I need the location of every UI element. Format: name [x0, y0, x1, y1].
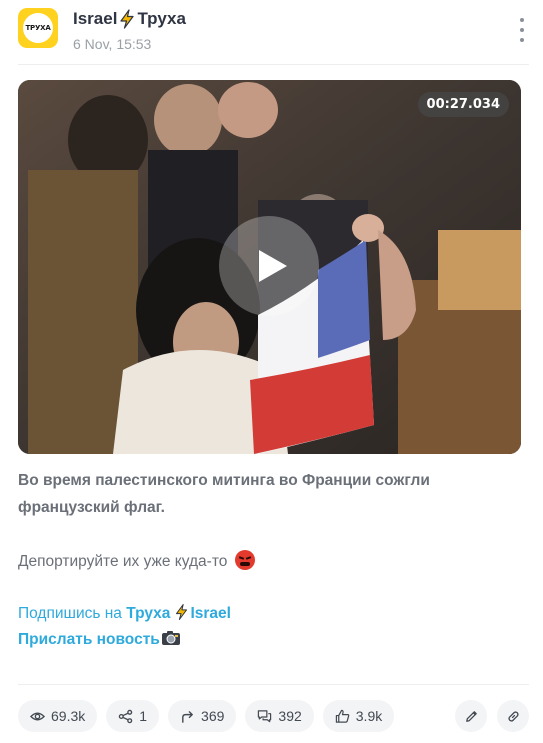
likes-counter[interactable]: 3.9k: [322, 700, 395, 732]
shares-count: 1: [139, 708, 148, 724]
more-options-icon[interactable]: [517, 18, 527, 42]
video-player[interactable]: 00:27.034: [18, 80, 521, 454]
views-counter[interactable]: 69.3k: [18, 700, 98, 732]
channel-avatar[interactable]: ТРУХА: [18, 8, 58, 48]
share-nodes-icon: [119, 709, 133, 723]
pencil-icon: [465, 710, 477, 722]
views-count: 69.3k: [51, 708, 86, 724]
channel-name-part-truha: Труха: [137, 9, 186, 28]
send-news-link[interactable]: Прислать новость: [18, 630, 181, 649]
channel-name-part-israel: Israel: [73, 9, 118, 28]
subscribe-link-truha[interactable]: Труха: [126, 605, 170, 622]
edit-button[interactable]: [455, 700, 487, 732]
post-text-deport: Депортируйте их уже куда-то: [18, 553, 228, 570]
send-news-label: Прислать новость: [18, 631, 160, 648]
forwards-counter[interactable]: 369: [168, 700, 237, 732]
angry-face-emoji-icon: [234, 550, 255, 570]
post-text-paragraph-1: Во время палестинского митинга во Франци…: [18, 472, 430, 516]
lightning-icon: [176, 604, 188, 620]
eye-icon: [30, 712, 45, 720]
thumbs-up-icon: [335, 709, 350, 723]
link-icon: [507, 710, 519, 722]
post-card: ТРУХА Israel Труха 6 Nov, 15:53 00:27.03…: [0, 0, 543, 743]
subscribe-line: Подпишись на Труха Israel: [18, 603, 231, 623]
play-icon: [259, 250, 287, 282]
post-stats-bar: 69.3k 1 369 392 3.9k: [18, 700, 529, 732]
comments-count: 392: [278, 708, 302, 724]
header-divider: [18, 64, 529, 65]
camera-icon: [161, 631, 180, 645]
footer-divider: [18, 684, 529, 685]
post-header: ТРУХА Israel Труха 6 Nov, 15:53: [18, 8, 529, 54]
copy-link-button[interactable]: [497, 700, 529, 732]
shares-counter[interactable]: 1: [106, 700, 160, 732]
subscribe-link-israel[interactable]: Israel: [190, 605, 231, 622]
forward-arrow-icon: [182, 710, 193, 723]
channel-name[interactable]: Israel Труха: [73, 9, 186, 29]
forwards-count: 369: [201, 708, 225, 724]
subscribe-prefix: Подпишись на: [18, 605, 127, 622]
post-date: 6 Nov, 15:53: [73, 36, 152, 52]
likes-count: 3.9k: [355, 708, 383, 724]
comments-icon: [258, 709, 272, 722]
video-duration: 00:27.034: [417, 92, 509, 117]
avatar-logo-text: ТРУХА: [23, 13, 53, 43]
post-text-paragraph-2: Депортируйте их уже куда-то: [18, 548, 525, 575]
comments-counter[interactable]: 392: [245, 700, 314, 732]
lightning-icon: [120, 9, 135, 29]
play-button[interactable]: [219, 216, 319, 316]
